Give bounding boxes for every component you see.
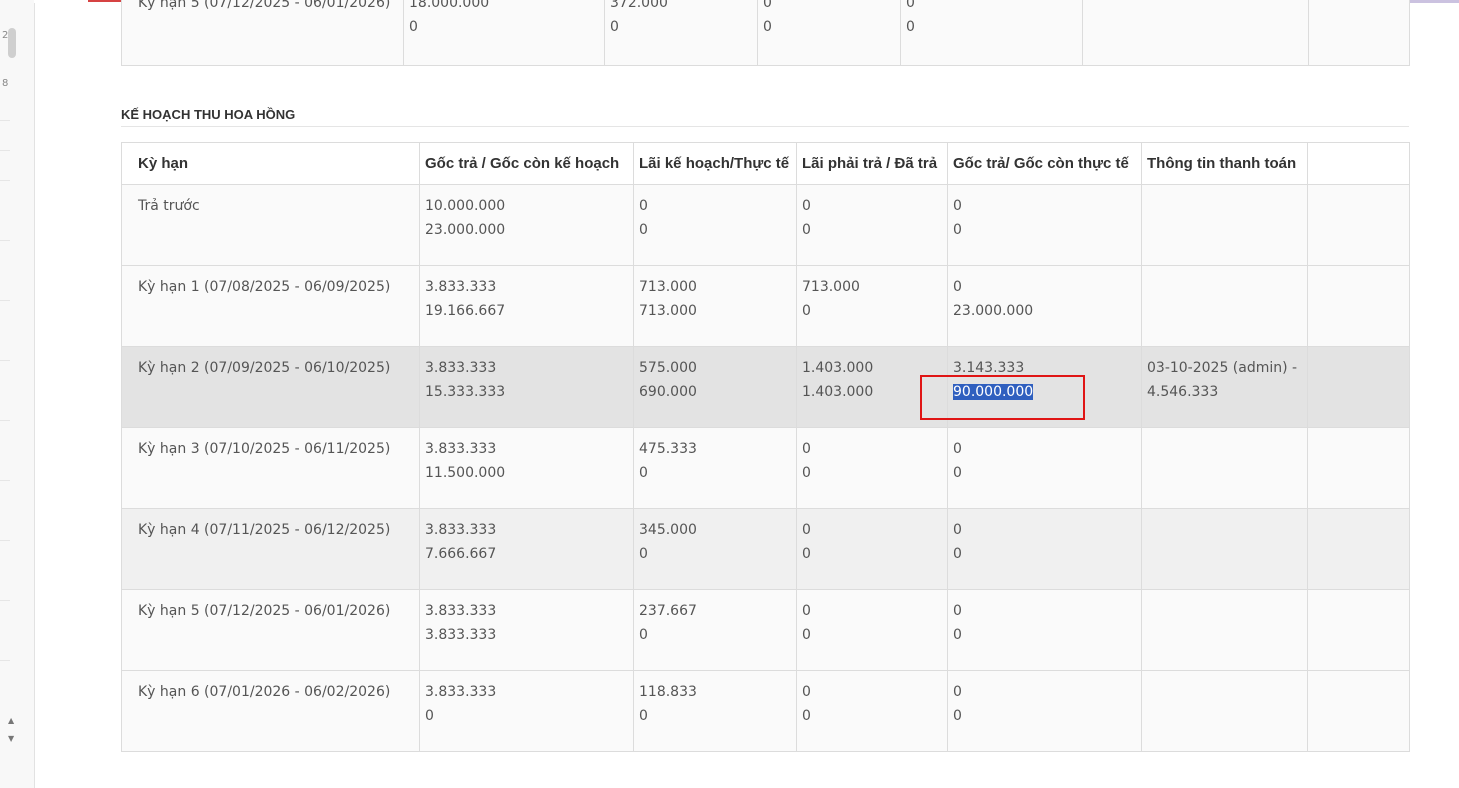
previous-schedule-table: Kỳ hạn 5 (07/12/2025 - 06/01/2026) 18.00… (121, 0, 1410, 66)
interest-paid-cell: 00 (796, 427, 948, 509)
gutter-divider (0, 240, 10, 241)
interest-plan-cell: 00 (633, 184, 797, 266)
header-interest-plan: Lãi kế hoạch/Thực tế (633, 142, 797, 185)
header-interest-paid: Lãi phải trả / Đã trả (796, 142, 948, 185)
table-cell: 0 0 (900, 0, 1083, 66)
payment-info-cell (1141, 508, 1308, 590)
gutter-divider (0, 540, 10, 541)
principal-plan-cell: 3.833.333 7.666.667 (419, 508, 634, 590)
table-header-row: Kỳ hạn Gốc trả / Gốc còn kế hoạch Lãi kế… (121, 142, 1410, 185)
extra-cell (1307, 184, 1410, 266)
extra-cell (1307, 265, 1410, 347)
table-cell (1308, 0, 1410, 66)
principal-actual-cell: 00 (947, 427, 1142, 509)
gutter-scrollbar-thumb[interactable] (8, 28, 16, 58)
extra-cell (1307, 508, 1410, 590)
interest-plan-cell: 575.000 690.000 (633, 346, 797, 428)
interest-plan-cell: 475.333 0 (633, 427, 797, 509)
interest-paid-cell: 1.403.000 1.403.000 (796, 346, 948, 428)
table-row: Kỳ hạn 5 (07/12/2025 - 06/01/2026) 18.00… (121, 0, 1410, 66)
term-cell: Kỳ hạn 1 (07/08/2025 - 06/09/2025) (121, 265, 420, 347)
principal-plan-cell: 3.833.333 11.500.000 (419, 427, 634, 509)
table-row: Kỳ hạn 3 (07/10/2025 - 06/11/2025) 3.833… (121, 427, 1410, 509)
principal-plan-cell: 10.000.000 23.000.000 (419, 184, 634, 266)
gutter-divider (0, 300, 10, 301)
term-cell: Kỳ hạn 4 (07/11/2025 - 06/12/2025) (121, 508, 420, 590)
interest-plan-cell: 713.000 713.000 (633, 265, 797, 347)
principal-plan-cell: 3.833.333 15.333.333 (419, 346, 634, 428)
gutter-divider (0, 660, 10, 661)
header-principal-plan: Gốc trả / Gốc còn kế hoạch (419, 142, 634, 185)
header-term: Kỳ hạn (121, 142, 420, 185)
gutter-divider (0, 480, 10, 481)
principal-actual-cell: 00 (947, 589, 1142, 671)
scroll-up-arrow-icon[interactable]: ▲ (8, 716, 14, 725)
extra-cell (1307, 589, 1410, 671)
interest-paid-cell: 00 (796, 508, 948, 590)
interest-paid-cell: 00 (796, 670, 948, 752)
principal-plan-cell: 3.833.333 19.166.667 (419, 265, 634, 347)
table-cell: 372.000 0 (604, 0, 758, 66)
payment-info-cell (1141, 670, 1308, 752)
gutter-text: 2 (2, 30, 9, 41)
payment-info-cell: 03-10-2025 (admin) -4.546.333 (1141, 346, 1308, 428)
term-cell: Trả trước (121, 184, 420, 266)
selected-text[interactable]: 90.000.000 (953, 384, 1034, 400)
principal-actual-cell: 00 (947, 670, 1142, 752)
table-row: Trả trước 10.000.000 23.000.000 00 00 00 (121, 184, 1410, 266)
gutter-text: 8 (2, 78, 9, 89)
principal-actual-cell: 00 (947, 508, 1142, 590)
principal-plan-cell: 3.833.333 3.833.333 (419, 589, 634, 671)
principal-actual-cell: 0 23.000.000 (947, 265, 1142, 347)
interest-plan-cell: 345.000 0 (633, 508, 797, 590)
table-cell: 18.000.000 0 (403, 0, 605, 66)
payment-info-cell (1141, 184, 1308, 266)
extra-cell (1307, 346, 1410, 428)
interest-paid-cell: 713.000 0 (796, 265, 948, 347)
commission-schedule-table: Kỳ hạn Gốc trả / Gốc còn kế hoạch Lãi kế… (121, 142, 1410, 752)
section-title: KẾ HOẠCH THU HOA HỒNG (121, 106, 1409, 127)
table-row: Kỳ hạn 6 (07/01/2026 - 06/02/2026) 3.833… (121, 670, 1410, 752)
header-principal-actual: Gốc trả/ Gốc còn thực tế (947, 142, 1142, 185)
gutter-divider (0, 120, 10, 121)
gutter-divider (0, 150, 10, 151)
table-row: Kỳ hạn 5 (07/12/2025 - 06/01/2026) 3.833… (121, 589, 1410, 671)
table-cell (1082, 0, 1309, 66)
principal-plan-cell: 3.833.333 0 (419, 670, 634, 752)
scroll-down-arrow-icon[interactable]: ▼ (8, 734, 14, 743)
table-cell: 0 0 (757, 0, 901, 66)
payment-info-cell (1141, 589, 1308, 671)
gutter-divider (0, 180, 10, 181)
principal-actual-cell: 00 (947, 184, 1142, 266)
term-cell: Kỳ hạn 6 (07/01/2026 - 06/02/2026) (121, 670, 420, 752)
extra-cell (1307, 427, 1410, 509)
payment-info-cell (1141, 265, 1308, 347)
gutter-divider (0, 360, 10, 361)
table-row: Kỳ hạn 4 (07/11/2025 - 06/12/2025) 3.833… (121, 508, 1410, 590)
term-cell: Kỳ hạn 5 (07/12/2025 - 06/01/2026) (121, 0, 404, 66)
principal-actual-cell: 3.143.333 90.000.000 (947, 346, 1142, 428)
table-row-highlighted: Kỳ hạn 2 (07/09/2025 - 06/10/2025) 3.833… (121, 346, 1410, 428)
interest-paid-cell: 00 (796, 184, 948, 266)
gutter-divider (0, 420, 10, 421)
interest-plan-cell: 237.667 0 (633, 589, 797, 671)
left-gutter-panel: 2 8 ▲ ▼ (0, 0, 35, 788)
header-payment-info: Thông tin thanh toán (1141, 142, 1308, 185)
table-row: Kỳ hạn 1 (07/08/2025 - 06/09/2025) 3.833… (121, 265, 1410, 347)
term-cell: Kỳ hạn 2 (07/09/2025 - 06/10/2025) (121, 346, 420, 428)
gutter-divider (0, 600, 10, 601)
term-cell: Kỳ hạn 3 (07/10/2025 - 06/11/2025) (121, 427, 420, 509)
term-cell: Kỳ hạn 5 (07/12/2025 - 06/01/2026) (121, 589, 420, 671)
header-extra (1307, 142, 1410, 185)
extra-cell (1307, 670, 1410, 752)
interest-plan-cell: 118.833 0 (633, 670, 797, 752)
interest-paid-cell: 00 (796, 589, 948, 671)
payment-info-cell (1141, 427, 1308, 509)
